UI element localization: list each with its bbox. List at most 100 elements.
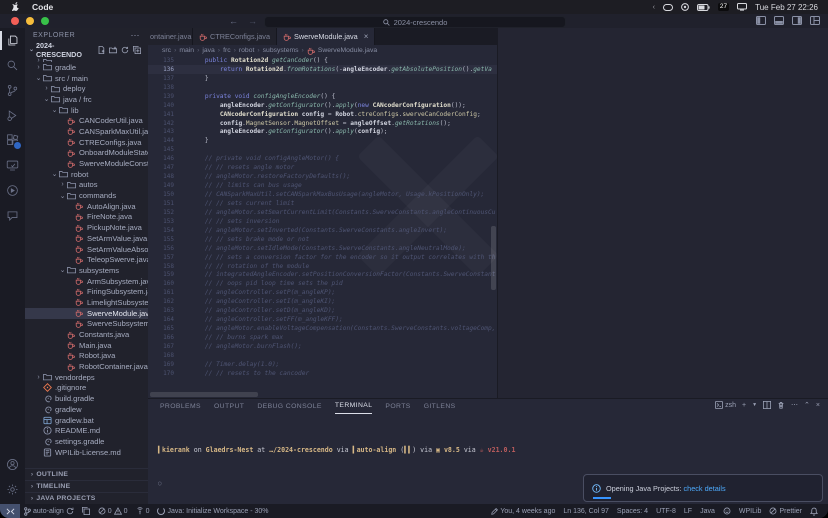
explorer-icon[interactable]: [0, 28, 25, 53]
sidebar-more-actions-icon[interactable]: ⋯: [131, 30, 141, 41]
section-java-projects[interactable]: ›JAVA PROJECTS: [25, 492, 148, 504]
code-line[interactable]: 153 // // sets inversion: [148, 217, 497, 226]
toggle-sidebar-icon[interactable]: [756, 16, 766, 25]
tree-item-ctreconfigs-java[interactable]: CTREConfigs.java: [25, 137, 148, 148]
panel-tab-gitlens[interactable]: GITLENS: [424, 399, 456, 413]
tree-item-autos[interactable]: ›autos: [25, 180, 148, 191]
code-line[interactable]: 152 // angleMotor.setSmartCurrentLimit(C…: [148, 208, 497, 217]
panel-tab-ports[interactable]: PORTS: [385, 399, 410, 413]
tree-item-robot[interactable]: ⌄robot: [25, 169, 148, 180]
indentation[interactable]: Spaces: 4: [613, 508, 652, 515]
tree-item-wpilib-license-md[interactable]: WPILib-License.md: [25, 447, 148, 458]
refresh-icon[interactable]: [121, 46, 129, 54]
code-line[interactable]: 138: [148, 83, 497, 92]
code-line[interactable]: 155 // // sets brake mode or not: [148, 235, 497, 244]
customize-layout-icon[interactable]: [810, 16, 820, 25]
breadcrumb[interactable]: src›main›java›frc›robot›subsystems›Swerv…: [148, 45, 511, 56]
breadcrumb-item[interactable]: subsystems: [263, 47, 299, 54]
tree-item-onboardmodulestate-java[interactable]: OnboardModuleState.java: [25, 148, 148, 159]
chevron-left-icon[interactable]: ‹: [653, 4, 655, 11]
tree-item-gradle[interactable]: ›gradle: [25, 62, 148, 73]
panel-tab-debug-console[interactable]: DEBUG CONSOLE: [257, 399, 322, 413]
code-line[interactable]: 169 // Timer.delay(1.0);: [148, 360, 497, 369]
tree-item-firingsubsystem-java[interactable]: FiringSubsystem.java: [25, 286, 148, 297]
source-control-icon[interactable]: [0, 78, 25, 103]
section-timeline[interactable]: ›TIMELINE: [25, 480, 148, 492]
code-line[interactable]: 156 // angleMotor.setIdleMode(Constants.…: [148, 244, 497, 253]
minimize-window-button[interactable]: [26, 17, 34, 25]
tree-item-src-main[interactable]: ⌄src / main: [25, 73, 148, 84]
panel-tab-problems[interactable]: PROBLEMS: [160, 399, 201, 413]
battery-icon[interactable]: [697, 4, 710, 11]
screen-mirroring-icon[interactable]: [663, 4, 673, 11]
eol-sequence[interactable]: LF: [680, 508, 696, 515]
tree-item-settings-gradle[interactable]: settings.gradle: [25, 436, 148, 447]
code-line[interactable]: 158 // // rotation of the module: [148, 262, 497, 271]
code-line[interactable]: 139 private void configAngleEncoder() {: [148, 92, 497, 101]
apple-icon[interactable]: [12, 2, 21, 12]
ports-status[interactable]: 0: [132, 507, 154, 515]
tree-item--gitignore[interactable]: .gitignore: [25, 383, 148, 394]
feedback-smiley-icon[interactable]: [719, 507, 735, 515]
run-debug-icon[interactable]: [0, 103, 25, 128]
code-line[interactable]: 162 // angleController.setI(m_angleKI);: [148, 297, 497, 306]
code-line[interactable]: 136 return Rotation2d.fromRotations(-ang…: [148, 65, 497, 74]
history-back-button[interactable]: ←: [229, 17, 238, 26]
tree-item-deploy[interactable]: ›deploy: [25, 83, 148, 94]
tree-item-cansparkmaxutil-java[interactable]: CANSparkMaxUtil.java: [25, 126, 148, 137]
breadcrumb-item[interactable]: src: [162, 47, 171, 54]
tree-item-pickupnote-java[interactable]: PickupNote.java: [25, 222, 148, 233]
gitlens-blame[interactable]: You, 4 weeks ago: [487, 508, 559, 515]
code-editor[interactable]: 135 public Rotation2d getCanCoder() {136…: [148, 56, 497, 398]
toast-link[interactable]: check details: [683, 484, 725, 493]
editor-tab-ctreconfigs-java[interactable]: CTREConfigs.java: [193, 28, 277, 45]
code-line[interactable]: 154 // angleMotor.setInverted(Constants.…: [148, 226, 497, 235]
chat-icon[interactable]: [0, 203, 25, 228]
terminal-instance[interactable]: zsh: [715, 401, 736, 409]
panel-tab-output[interactable]: OUTPUT: [214, 399, 244, 413]
wpilib-status[interactable]: WPILib: [735, 508, 766, 515]
git-branch-status[interactable]: auto-align: [20, 507, 78, 516]
code-line[interactable]: 135 public Rotation2d getCanCoder() {: [148, 56, 497, 65]
tree-item-gradlew[interactable]: gradlew: [25, 404, 148, 415]
code-line[interactable]: 170 // // resets to the cancoder: [148, 369, 497, 378]
code-line[interactable]: 140 angleEncoder.getConfigurator().apply…: [148, 101, 497, 110]
tree-item-gradlew-bat[interactable]: gradlew.bat: [25, 415, 148, 426]
tree-item-teleopswerve-java[interactable]: TeleopSwerve.java: [25, 254, 148, 265]
account-icon[interactable]: [0, 452, 25, 477]
wpilib-icon[interactable]: [0, 178, 25, 203]
tree-item-build-gradle[interactable]: build.gradle: [25, 393, 148, 404]
menubar-clock[interactable]: Tue Feb 27 22:26: [755, 3, 818, 12]
code-line[interactable]: 161 // angleController.setP(m_angleKP);: [148, 288, 497, 297]
empty-editor-group[interactable]: [497, 28, 828, 398]
collapse-all-icon[interactable]: [133, 46, 141, 54]
tree-item-constants-java[interactable]: Constants.java: [25, 329, 148, 340]
tree-item-setarmvalue-java[interactable]: SetArmValue.java: [25, 233, 148, 244]
encoding[interactable]: UTF-8: [652, 508, 680, 515]
menu-code[interactable]: Code: [25, 2, 60, 12]
code-line[interactable]: 150 // CANSparkMaxUtil.setCANSparkMaxBus…: [148, 190, 497, 199]
breadcrumb-item[interactable]: java: [202, 47, 214, 54]
notifications-bell-icon[interactable]: [806, 507, 822, 516]
display-icon[interactable]: [737, 3, 747, 11]
history-forward-button[interactable]: →: [248, 17, 257, 26]
breadcrumb-item[interactable]: SwerveModule.java: [318, 47, 377, 54]
breadcrumb-item[interactable]: frc: [223, 47, 231, 54]
code-line[interactable]: 166 // // burns spark max: [148, 333, 497, 342]
toggle-secondary-sidebar-icon[interactable]: [792, 16, 802, 25]
language-mode[interactable]: Java: [696, 508, 719, 515]
editor-horizontal-scrollbar[interactable]: [150, 392, 258, 397]
calendar-date-badge[interactable]: 27: [718, 3, 729, 12]
tree-item-vendordeps[interactable]: ›vendordeps: [25, 372, 148, 383]
kill-terminal-icon[interactable]: [777, 401, 785, 409]
zoom-window-button[interactable]: [41, 17, 49, 25]
remote-explorer-icon[interactable]: [0, 153, 25, 178]
tree-item-firenote-java[interactable]: FireNote.java: [25, 212, 148, 223]
tree-item-swervemodule-java[interactable]: SwerveModule.java: [25, 308, 148, 319]
editor-tab-swervemodule-java[interactable]: SwerveModule.java×: [277, 28, 375, 45]
new-file-icon[interactable]: [97, 46, 105, 54]
cursor-position[interactable]: Ln 136, Col 97: [559, 508, 613, 515]
close-panel-icon[interactable]: ×: [816, 402, 820, 409]
tree-item-autoalign-java[interactable]: AutoAlign.java: [25, 201, 148, 212]
panel-tab-terminal[interactable]: TERMINAL: [335, 399, 373, 414]
